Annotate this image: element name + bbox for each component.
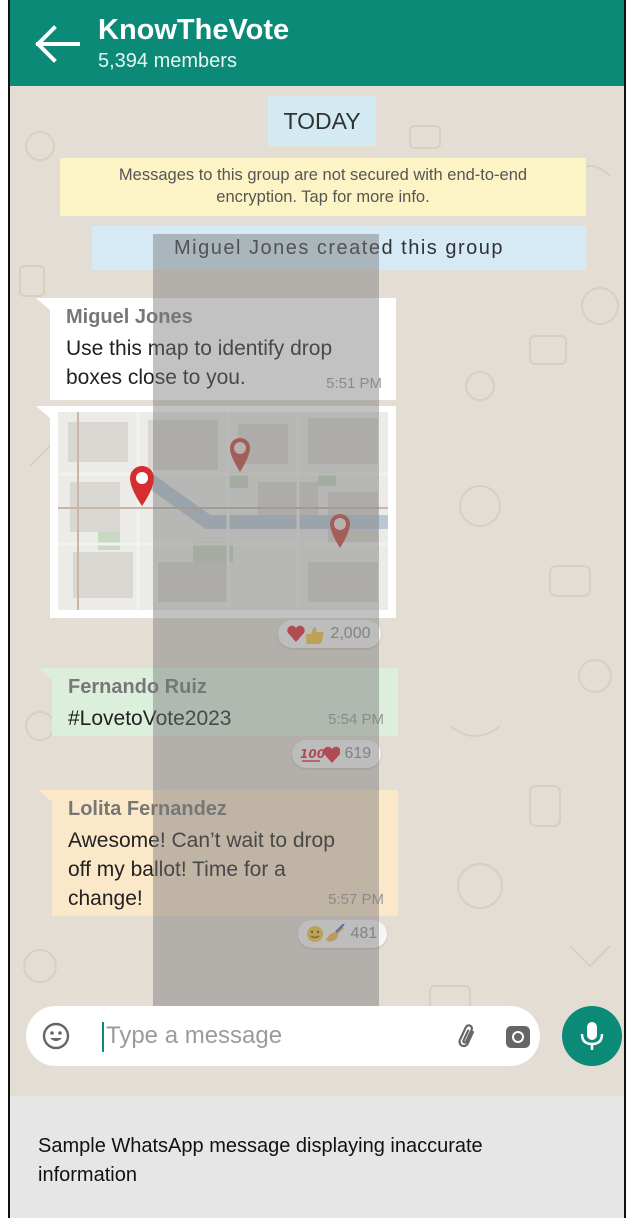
- encryption-notice-line-2: encryption. Tap for more info.: [216, 188, 430, 206]
- bubble-tail: [36, 298, 50, 310]
- message-time: 5:57 PM: [328, 891, 384, 908]
- hundred-heart-icon: 100: [300, 746, 340, 763]
- chat-area[interactable]: TODAY Messages to this group are not sec…: [10, 86, 624, 1096]
- chat-header: KnowTheVote 5,394 members: [10, 0, 624, 86]
- bubble-tail: [38, 790, 52, 802]
- smile-writing-hand-icon: [307, 923, 345, 942]
- message-time: 5:54 PM: [328, 711, 384, 728]
- sender-name: Lolita Fernandez: [68, 798, 227, 820]
- reaction-badge[interactable]: 100 619: [292, 740, 382, 768]
- map-image[interactable]: [58, 412, 388, 610]
- reaction-badge[interactable]: 481: [298, 920, 388, 948]
- message-time: 5:51 PM: [326, 375, 382, 392]
- message-composer: [26, 1006, 540, 1066]
- paperclip-icon[interactable]: [452, 1020, 484, 1052]
- microphone-button[interactable]: [562, 1006, 622, 1066]
- sender-name: Fernando Ruiz: [68, 676, 207, 698]
- reaction-count: 619: [344, 745, 372, 762]
- reaction-badge[interactable]: 2,000: [278, 620, 381, 648]
- svg-text:100: 100: [300, 747, 325, 761]
- phone-frame: KnowTheVote 5,394 members TODAY Messages…: [8, 0, 626, 1218]
- message-line: Awesome! Can’t wait to drop: [68, 829, 335, 852]
- caption-text: Sample WhatsApp message displaying inacc…: [38, 1135, 483, 1186]
- camera-icon[interactable]: [502, 1020, 534, 1052]
- message-line: off my ballot! Time for a: [68, 858, 286, 881]
- message-bubble-lolita[interactable]: Lolita Fernandez Awesome! Can’t wait to …: [38, 790, 398, 916]
- reaction-count: 2,000: [330, 625, 371, 642]
- reaction-count: 481: [350, 925, 378, 942]
- heart-thumbs-up-icon: [287, 625, 324, 644]
- back-arrow-icon[interactable]: [34, 24, 82, 64]
- message-input[interactable]: [106, 1016, 436, 1056]
- encryption-notice[interactable]: Messages to this group are not secured w…: [60, 158, 586, 216]
- bubble-tail: [38, 668, 52, 680]
- encryption-notice-line-1: Messages to this group are not secured w…: [118, 166, 528, 184]
- microphone-icon: [580, 1022, 604, 1050]
- message-bubble-miguel[interactable]: Miguel Jones Use this map to identify dr…: [36, 298, 396, 400]
- bubble-tail: [36, 406, 50, 418]
- date-divider: TODAY: [268, 96, 376, 146]
- emoji-icon[interactable]: [40, 1020, 72, 1052]
- member-count: 5,394 members: [98, 50, 237, 72]
- sender-name: Miguel Jones: [66, 306, 193, 328]
- message-bubble-fernando[interactable]: Fernando Ruiz #LovetoVote2023 5:54 PM: [38, 668, 398, 736]
- caption-area: Sample WhatsApp message displaying inacc…: [10, 1096, 624, 1218]
- group-created-notice: Miguel Jones created this group: [92, 226, 586, 270]
- message-line: Use this map to identify drop: [66, 337, 333, 360]
- image-message-map[interactable]: [36, 406, 396, 618]
- group-title[interactable]: KnowTheVote: [98, 14, 289, 47]
- text-cursor: [102, 1022, 104, 1052]
